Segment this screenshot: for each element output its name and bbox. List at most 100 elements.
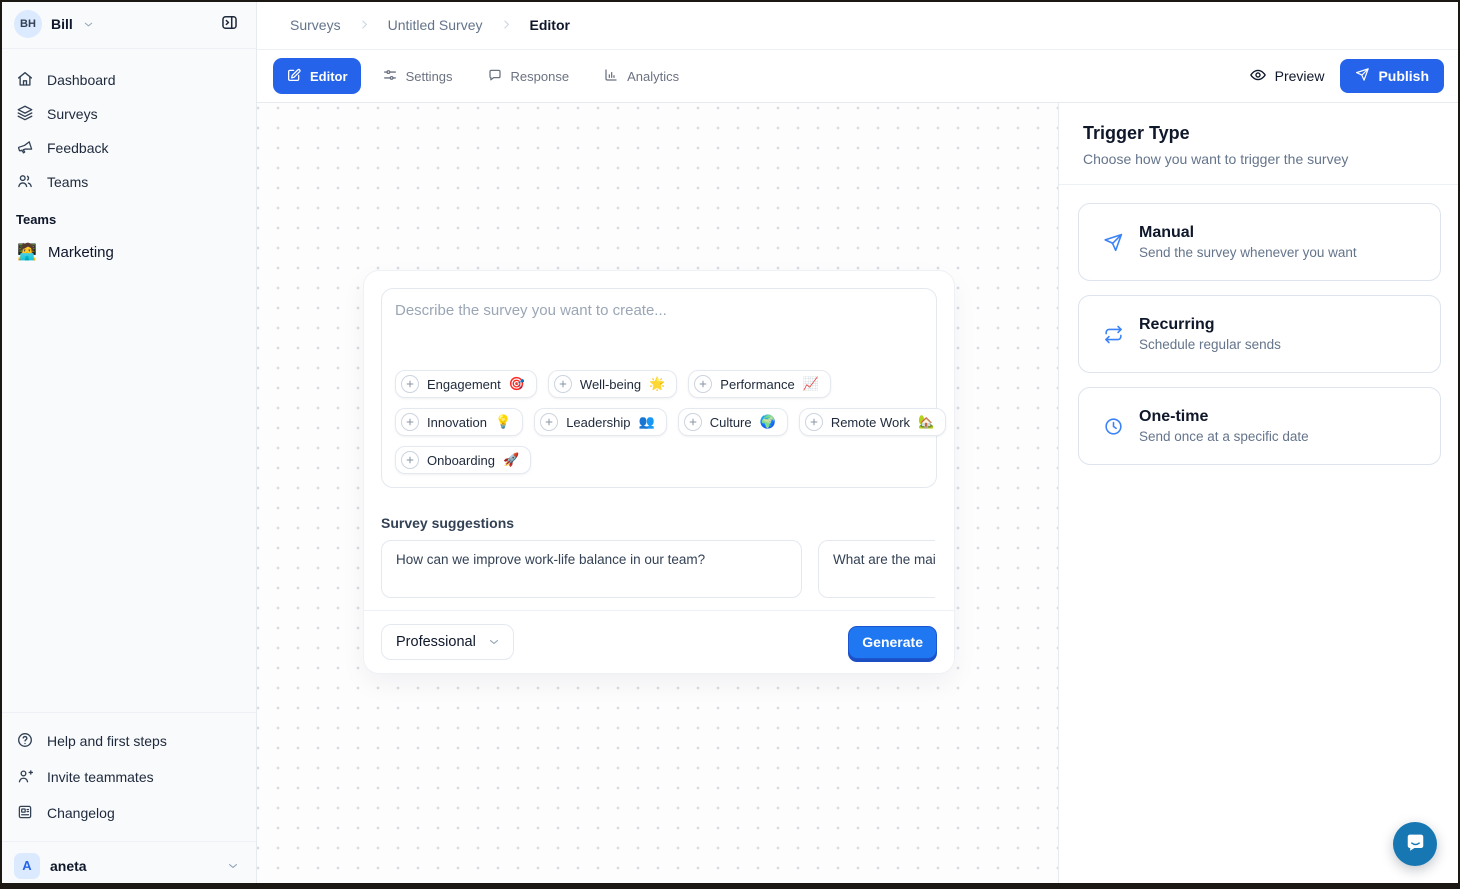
account-avatar: A (14, 853, 40, 879)
editor-canvas: Engagement🎯 Well-being🌟 Performance📈 Inn… (257, 103, 1058, 889)
trigger-option-text: Manual Send the survey whenever you want (1139, 224, 1357, 260)
sidebar-item-feedback[interactable]: Feedback (16, 131, 240, 165)
people-emoji-icon: 👥 (639, 414, 655, 430)
tab-editor[interactable]: Editor (273, 58, 361, 94)
trigger-option-recurring[interactable]: Recurring Schedule regular sends (1078, 295, 1441, 373)
star-emoji-icon: 🌟 (649, 376, 665, 392)
app-window: BH Bill Dashboard Surveys Feedback T (0, 0, 1460, 889)
chevron-down-icon[interactable] (82, 18, 95, 31)
tab-response[interactable]: Response (474, 58, 583, 94)
breadcrumb-editor: Editor (530, 17, 570, 33)
trigger-option-one-time[interactable]: One-time Send once at a specific date (1078, 387, 1441, 465)
plus-icon (554, 375, 572, 393)
sidebar-item-team-marketing[interactable]: 🧑‍💻 Marketing (16, 234, 240, 270)
bar-chart-icon (603, 67, 619, 86)
trigger-panel-subtitle: Choose how you want to trigger the surve… (1083, 151, 1436, 167)
suggestions-row: How can we improve work-life balance in … (381, 540, 935, 598)
help-circle-icon (16, 731, 34, 752)
publish-label: Publish (1378, 68, 1429, 84)
breadcrumb-surveys[interactable]: Surveys (290, 17, 341, 33)
chip-remote-work[interactable]: Remote Work 🏡 (799, 408, 946, 436)
trigger-options: Manual Send the survey whenever you want… (1059, 185, 1460, 497)
composer: Engagement🎯 Well-being🌟 Performance📈 Inn… (381, 288, 937, 488)
chip-leadership[interactable]: Leadership 👥 (534, 408, 667, 436)
trigger-option-description: Schedule regular sends (1139, 337, 1281, 352)
toolbar-actions: Preview Publish (1249, 59, 1444, 93)
sidebar-item-surveys[interactable]: Surveys (16, 97, 240, 131)
suggestions-heading: Survey suggestions (381, 515, 937, 531)
trigger-panel-title: Trigger Type (1083, 123, 1436, 144)
sidebar-item-help[interactable]: Help and first steps (16, 723, 240, 759)
sidebar-item-label: Feedback (47, 140, 108, 156)
clock-icon (1103, 416, 1124, 437)
trigger-option-description: Send once at a specific date (1139, 429, 1309, 444)
workspace-avatar: BH (14, 10, 42, 38)
generate-button[interactable]: Generate (848, 626, 937, 659)
chip-label: Remote Work (831, 415, 910, 430)
eye-icon (1249, 66, 1267, 87)
panel-collapse-icon (220, 13, 239, 35)
sidebar-item-label: Dashboard (47, 72, 116, 88)
trigger-option-title: One-time (1139, 408, 1309, 426)
tab-label: Settings (406, 69, 453, 84)
sidebar-footer-nav: Help and first steps Invite teammates Ch… (0, 712, 256, 841)
breadcrumb-untitled-survey[interactable]: Untitled Survey (388, 17, 483, 33)
trigger-panel: Trigger Type Choose how you want to trig… (1058, 103, 1460, 889)
globe-emoji-icon: 🌍 (760, 414, 776, 430)
editor-toolbar: Editor Settings Response Analytics (257, 50, 1460, 103)
send-icon (1103, 232, 1124, 253)
changelog-icon (16, 803, 34, 824)
house-emoji-icon: 🏡 (918, 414, 934, 430)
trigger-option-title: Recurring (1139, 316, 1281, 334)
chat-launcher-button[interactable] (1393, 822, 1437, 866)
message-square-icon (487, 67, 503, 86)
layers-icon (16, 104, 34, 125)
chip-label: Leadership (566, 415, 630, 430)
sidebar-collapse-button[interactable] (214, 9, 244, 39)
send-icon (1355, 67, 1370, 85)
trigger-option-manual[interactable]: Manual Send the survey whenever you want (1078, 203, 1441, 281)
suggestion-card[interactable]: What are the main ob (818, 540, 935, 598)
generator-footer: Professional Generate (364, 610, 954, 673)
suggestion-card[interactable]: How can we improve work-life balance in … (381, 540, 802, 598)
tab-label: Analytics (627, 69, 679, 84)
workspace-name[interactable]: Bill (51, 16, 73, 32)
sidebar: BH Bill Dashboard Surveys Feedback T (0, 0, 257, 889)
teams-section: Teams 🧑‍💻 Marketing (0, 199, 256, 270)
technologist-emoji-icon: 🧑‍💻 (16, 242, 38, 262)
chip-onboarding[interactable]: Onboarding🚀 (395, 446, 531, 474)
preview-button[interactable]: Preview (1249, 66, 1325, 87)
breadcrumb: Surveys Untitled Survey Editor (257, 0, 1460, 50)
chevron-right-icon (358, 18, 371, 31)
chip-innovation[interactable]: Innovation💡 (395, 408, 523, 436)
editor-tabs: Editor Settings Response Analytics (273, 58, 692, 94)
bulb-emoji-icon: 💡 (495, 414, 511, 430)
sidebar-item-label: Surveys (47, 106, 98, 122)
account-switcher[interactable]: A aneta (0, 841, 256, 889)
publish-button[interactable]: Publish (1340, 59, 1444, 93)
sidebar-item-invite[interactable]: Invite teammates (16, 759, 240, 795)
workspace-header: BH Bill (0, 0, 256, 49)
chip-engagement[interactable]: Engagement🎯 (395, 370, 537, 398)
chip-performance[interactable]: Performance📈 (688, 370, 831, 398)
chip-culture[interactable]: Culture 🌍 (678, 408, 788, 436)
sidebar-nav: Dashboard Surveys Feedback Teams (0, 49, 256, 199)
chevron-down-icon (487, 635, 501, 649)
home-icon (16, 70, 34, 91)
chip-well-being[interactable]: Well-being🌟 (548, 370, 677, 398)
plus-icon (694, 375, 712, 393)
sidebar-item-changelog[interactable]: Changelog (16, 795, 240, 831)
main-column: Surveys Untitled Survey Editor Editor Se… (257, 0, 1460, 889)
chip-label: Culture (710, 415, 752, 430)
sidebar-item-teams[interactable]: Teams (16, 165, 240, 199)
sidebar-item-label: Help and first steps (47, 733, 167, 749)
sidebar-item-label: Changelog (47, 805, 115, 821)
tone-select[interactable]: Professional (381, 624, 514, 660)
tab-settings[interactable]: Settings (369, 58, 466, 94)
plus-icon (805, 413, 823, 431)
chip-label: Onboarding (427, 453, 495, 468)
tab-analytics[interactable]: Analytics (590, 58, 692, 94)
survey-description-input[interactable] (395, 302, 923, 370)
topic-chips: Engagement🎯 Well-being🌟 Performance📈 Inn… (395, 370, 923, 474)
sidebar-item-dashboard[interactable]: Dashboard (16, 63, 240, 97)
